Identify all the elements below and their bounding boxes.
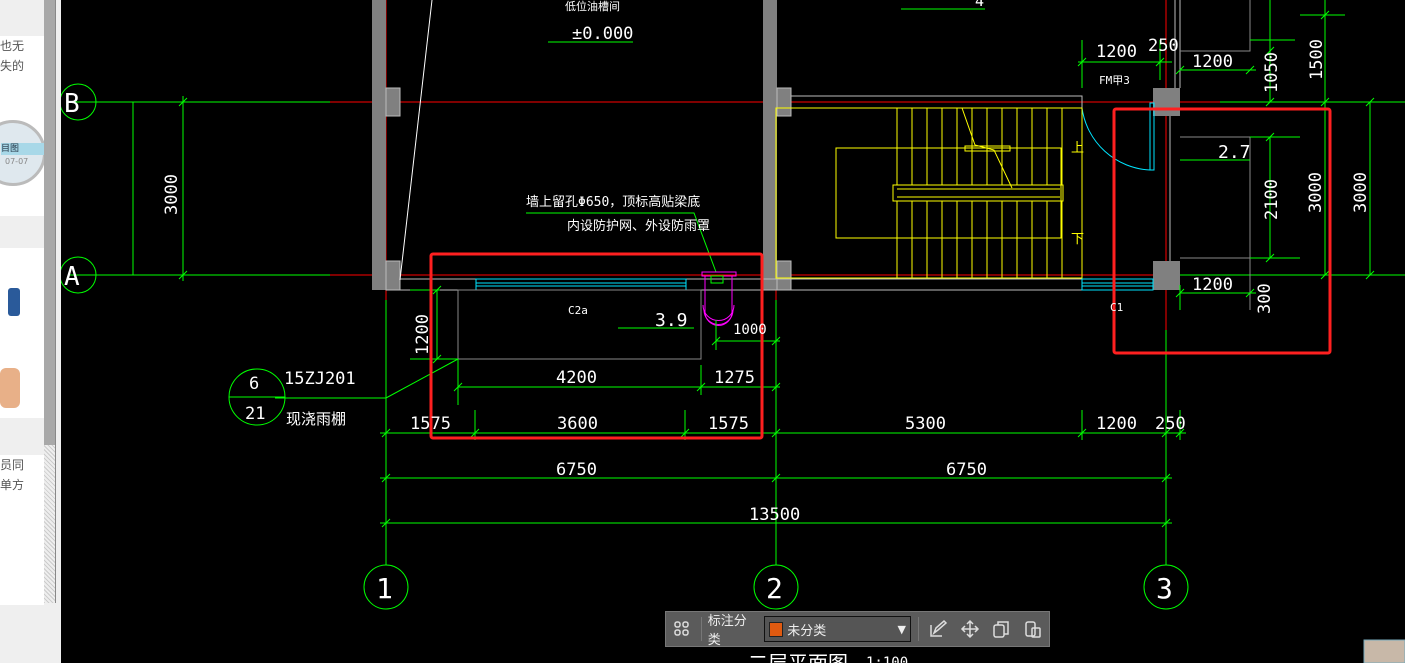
door-swing (1081, 107, 1151, 171)
window-tag: C1 (1110, 301, 1123, 314)
slope-line (399, 0, 433, 281)
axis-label-b: B (64, 89, 80, 119)
thumbnail-date: 07-07 (5, 157, 29, 166)
dim-text: 250 (1155, 414, 1186, 434)
column (385, 260, 401, 291)
drawing-scale: 1:100 (866, 655, 908, 663)
floating-widget-icon[interactable] (1363, 639, 1405, 663)
drawing-title: 二层平面图 (748, 651, 848, 663)
dim-text: 6750 (946, 460, 987, 480)
copy-icon[interactable] (988, 616, 1014, 642)
axis-label-2: 2 (766, 572, 783, 605)
column (776, 87, 792, 117)
hand-illustration-icon (0, 368, 20, 408)
axis-label-3: 3 (1156, 572, 1173, 605)
level-text: 3.9 (655, 310, 688, 331)
left-side-panel: 也无 失的 目图 07-07 员同 单方 (0, 0, 61, 663)
axis-label-1: 1 (376, 572, 393, 605)
illustration-icon (8, 288, 20, 316)
card-text: 单方 (0, 478, 25, 492)
level-text: 4 (975, 0, 984, 10)
level-text: 2.7 (1218, 142, 1251, 163)
window-c1 (1081, 278, 1154, 291)
grid-apps-icon[interactable] (669, 616, 695, 642)
stair-up-label: 上 (1071, 141, 1084, 156)
category-label: 标注分类 (707, 614, 747, 648)
scrollbar-track[interactable] (44, 445, 55, 603)
dim-text: 3000 (1306, 172, 1326, 213)
staircase (775, 107, 1083, 279)
column (1153, 88, 1180, 116)
thumbnail-badge: 目图 (1, 143, 44, 155)
edit-icon[interactable] (925, 616, 951, 642)
detail-name: 现浇雨棚 (286, 410, 346, 428)
dim-text: 1200 (1192, 52, 1233, 72)
move-icon[interactable] (957, 616, 983, 642)
dim-text: 1575 (410, 414, 451, 434)
dim-text: 1000 (733, 322, 767, 338)
column (385, 87, 401, 117)
divider (700, 617, 702, 641)
dim-text: 6750 (556, 460, 597, 480)
dim-text: 2100 (1262, 179, 1282, 220)
dim-text: 3000 (1351, 172, 1371, 213)
dim-text: 1575 (708, 414, 749, 434)
dim-text: 300 (1255, 283, 1275, 314)
dim-text: 1050 (1262, 52, 1282, 93)
dimension-lines (132, 0, 1375, 540)
column (1153, 261, 1180, 290)
dim-text: 1200 (1096, 42, 1137, 62)
card-text: 员同 (0, 458, 25, 472)
annotation-toolbar: 标注分类 未分类 ▼ (665, 611, 1050, 648)
rain-hood-symbol (701, 271, 737, 326)
wall (372, 0, 386, 290)
level-text: ±0.000 (572, 24, 633, 44)
stair-down-label: 下 (1071, 232, 1084, 247)
dim-text: 13500 (749, 505, 800, 525)
divider (917, 617, 919, 641)
dim-text: 250 (1148, 36, 1179, 56)
highlight-box[interactable] (429, 252, 764, 440)
outline (1180, 0, 1251, 52)
category-value: 未分类 (787, 623, 827, 639)
card-text: 也无 (0, 39, 25, 53)
article-card[interactable]: 员同 单方 (0, 455, 44, 605)
dim-text: 4200 (556, 368, 597, 388)
dim-text: 1500 (1307, 39, 1327, 80)
window-c2a (475, 278, 687, 291)
note-text: 墙上留孔Φ650，顶标高贴梁底 (526, 194, 700, 210)
detail-ref-number: 6 (249, 374, 259, 394)
dim-text: 1200 (413, 314, 433, 355)
wall (763, 0, 777, 290)
dim-text: 3600 (557, 414, 598, 434)
window-tag: C2a (568, 304, 588, 317)
category-dropdown[interactable]: 未分类 ▼ (764, 616, 911, 642)
paste-icon[interactable] (1020, 616, 1046, 642)
illustration-card[interactable] (0, 248, 44, 418)
dim-text: 5300 (905, 414, 946, 434)
axis-label-a: A (64, 262, 80, 292)
cad-drawing-canvas[interactable]: B A 1 2 3 低位油槽间 ±0.000 4 3.9 2.7 墙上留孔Φ65… (61, 0, 1405, 663)
door-tag: FM甲3 (1099, 74, 1130, 87)
dim-text: 1200 (1096, 414, 1137, 434)
detail-atlas: 15ZJ201 (284, 369, 356, 389)
card-thumbnail: 目图 07-07 (0, 120, 44, 186)
room-label: 低位油槽间 (565, 0, 620, 13)
detail-ref-page: 21 (245, 404, 265, 424)
article-card[interactable]: 也无 失的 目图 07-07 (0, 36, 44, 216)
category-color-swatch (769, 621, 784, 637)
chevron-down-icon: ▼ (897, 622, 906, 636)
card-text: 失的 (0, 59, 25, 73)
dim-text: 3000 (162, 174, 182, 215)
leader-line (385, 358, 459, 399)
dim-text: 1200 (1192, 275, 1233, 295)
column (776, 260, 792, 291)
dim-text: 1275 (714, 368, 755, 388)
note-text: 内设防护网、外设防雨罩 (567, 218, 710, 234)
